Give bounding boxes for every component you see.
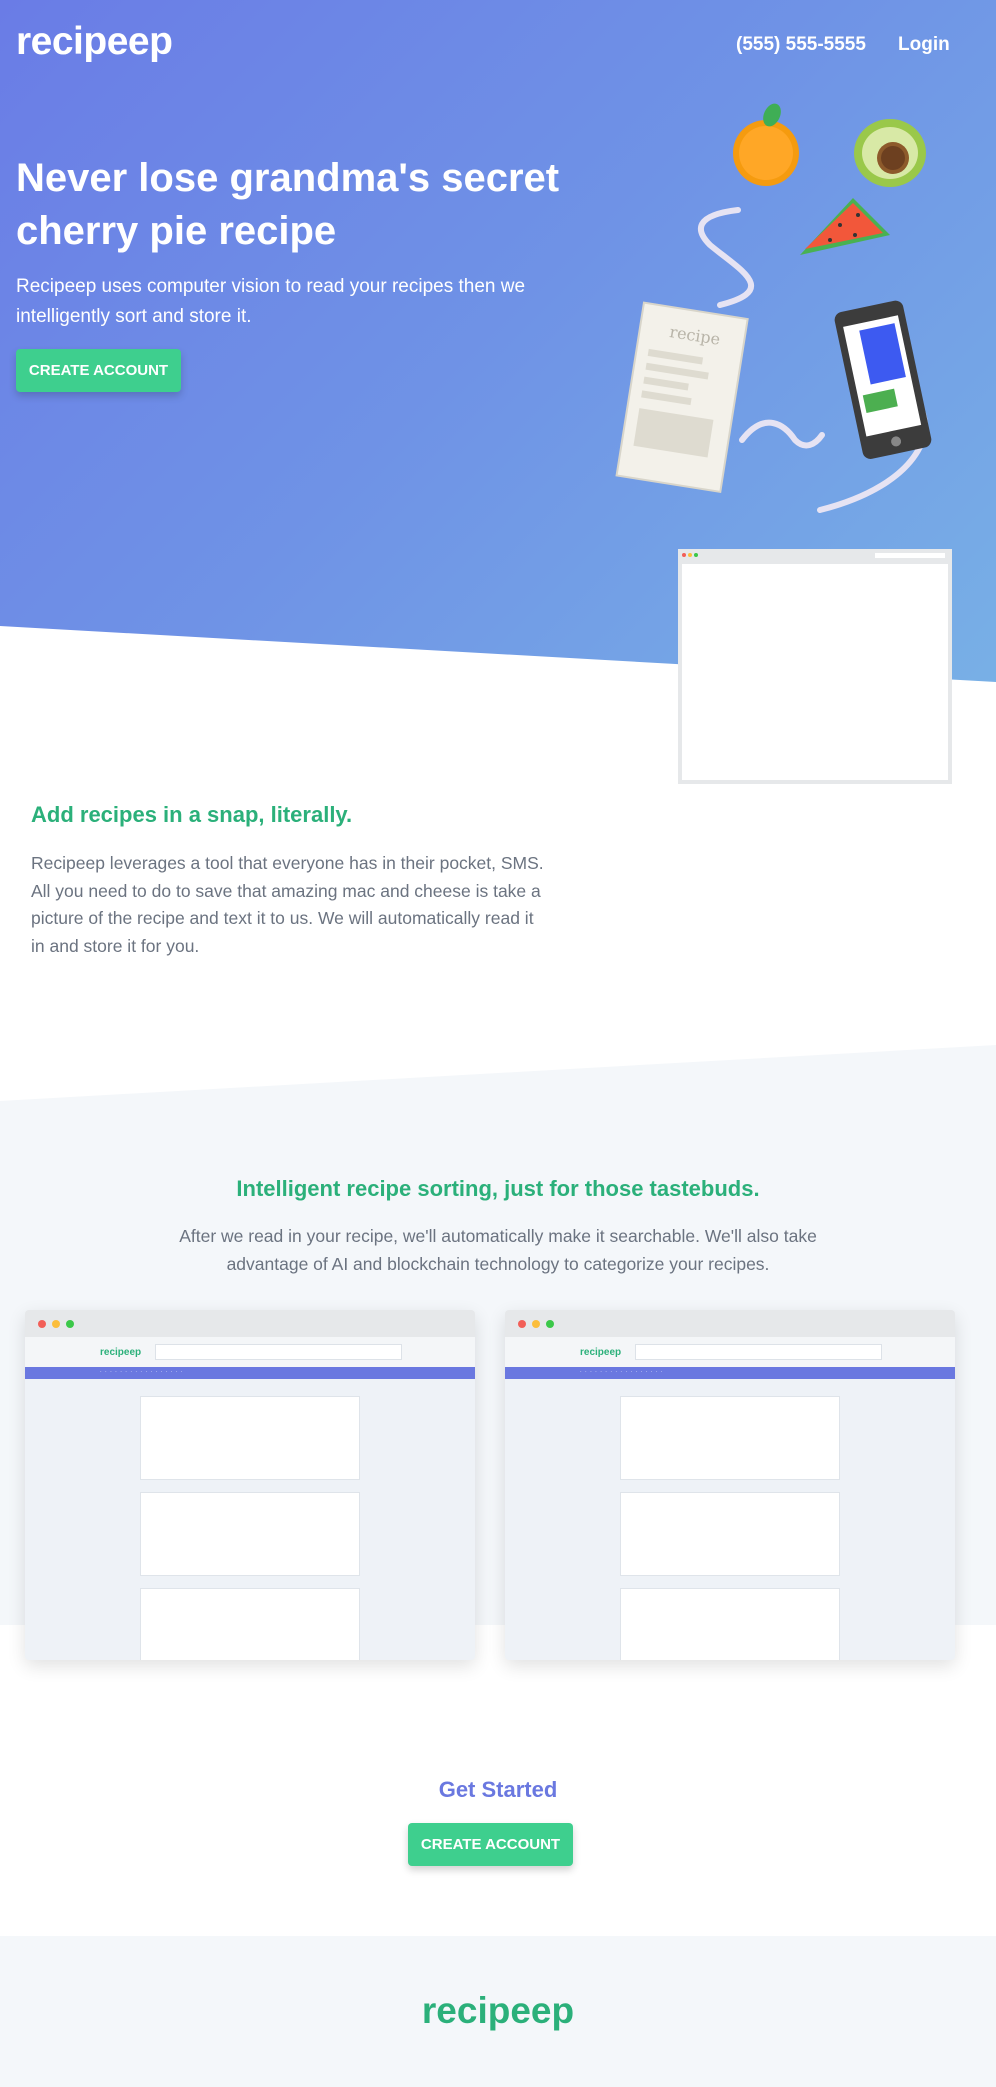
login-link[interactable]: Login	[898, 34, 950, 56]
mockup-category-text: · · · · · · · · · · · · · · · · ·	[580, 1369, 664, 1375]
logo[interactable]: recipeep	[16, 20, 173, 64]
window-dot	[66, 1320, 74, 1328]
mockup-recipe-card	[140, 1492, 360, 1576]
footer-logo[interactable]: recipeep	[0, 1990, 996, 2032]
hero-illustration: recipe	[615, 103, 932, 513]
mockup-search-input	[635, 1344, 882, 1360]
window-dot	[682, 553, 686, 557]
mockup-recipe-card	[140, 1588, 360, 1660]
mockup-titlebar	[25, 1310, 475, 1337]
mockup-logo: recipeep	[100, 1347, 142, 1358]
window-content	[682, 564, 948, 780]
mockup-logo: recipeep	[580, 1347, 622, 1358]
mockup-recipe-card	[620, 1396, 840, 1480]
mockup-titlebar	[505, 1310, 955, 1337]
window-address-bar	[875, 553, 945, 558]
window-dot	[688, 553, 692, 557]
feature-sort-title: Intelligent recipe sorting, just for tho…	[236, 1176, 760, 1201]
create-account-button[interactable]: CREATE ACCOUNT	[16, 349, 181, 392]
window-dot	[52, 1320, 60, 1328]
window-dot	[694, 553, 698, 557]
orange-icon	[733, 103, 799, 186]
squiggle-line	[739, 419, 825, 449]
feature-sms-body: Recipeep leverages a tool that everyone …	[31, 853, 544, 956]
hero-title: Never lose grandma's secret cherry pie r…	[16, 156, 560, 253]
browser-window-illustration	[678, 549, 952, 784]
hero-subtitle: Recipeep uses computer vision to read yo…	[16, 276, 526, 327]
app-mockup: recipeep · · · · · · · · · · · · · · · ·…	[25, 1310, 475, 1660]
watermelon-icon	[800, 198, 890, 255]
mockup-nav: recipeep	[505, 1337, 955, 1367]
mockup-category-text: · · · · · · · · · · · · · · · · ·	[100, 1369, 184, 1375]
mockup-recipe-card	[620, 1588, 840, 1660]
mockup-search-input	[155, 1344, 402, 1360]
window-dot	[546, 1320, 554, 1328]
recipe-note-icon: recipe	[615, 301, 749, 494]
mockup-category-bar: · · · · · · · · · · · · · · · · ·	[25, 1367, 475, 1379]
feature-sms-title: Add recipes in a snap, literally.	[31, 802, 353, 827]
avocado-icon	[854, 119, 926, 187]
mockup-nav: recipeep	[25, 1337, 475, 1367]
window-dot	[532, 1320, 540, 1328]
phone-link[interactable]: (555) 555-5555	[736, 34, 866, 56]
mockup-recipe-card	[620, 1492, 840, 1576]
window-dot	[38, 1320, 46, 1328]
mockup-category-bar: · · · · · · · · · · · · · · · · ·	[505, 1367, 955, 1379]
mockup-recipe-card	[140, 1396, 360, 1480]
phone-icon	[834, 300, 932, 459]
squiggle-line	[698, 207, 755, 308]
app-mockup: recipeep · · · · · · · · · · · · · · · ·…	[505, 1310, 955, 1660]
get-started-title: Get Started	[438, 1777, 558, 1802]
window-dot	[518, 1320, 526, 1328]
create-account-button[interactable]: CREATE ACCOUNT	[408, 1823, 573, 1866]
feature-sort-body: After we read in your recipe, we'll auto…	[179, 1226, 817, 1274]
